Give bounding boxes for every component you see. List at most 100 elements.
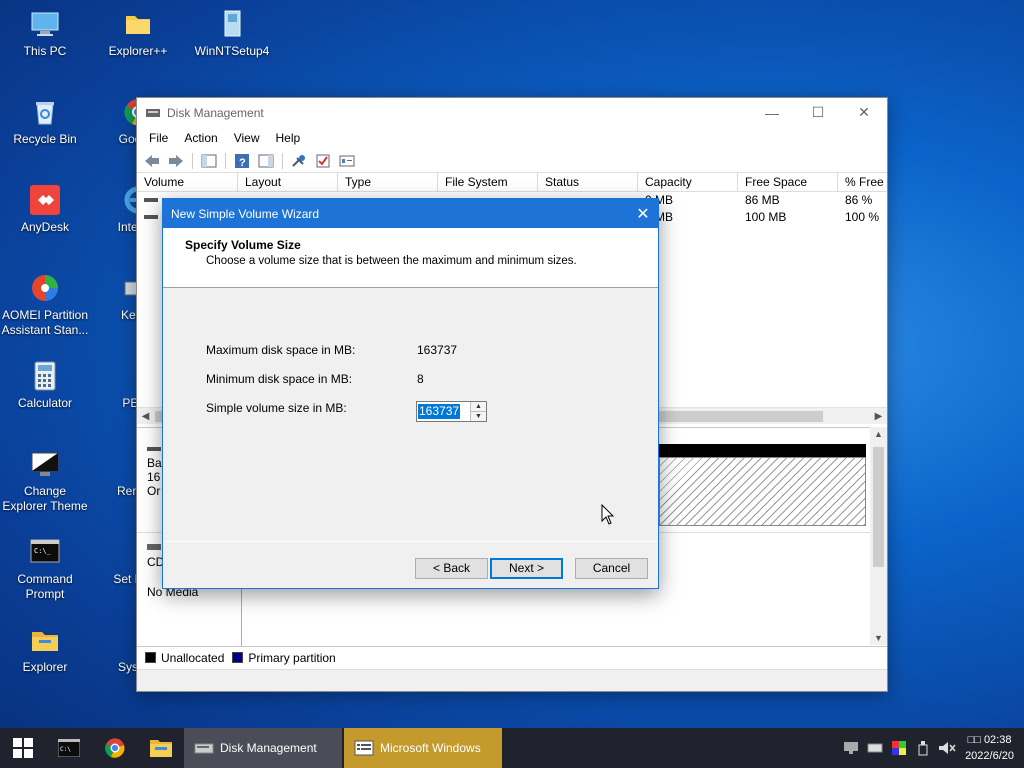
desktop-icon-anydesk[interactable]: AnyDesk xyxy=(0,184,90,235)
cmd-icon: C:\_ xyxy=(30,539,60,563)
taskbar-chrome[interactable] xyxy=(92,728,138,768)
menu-help[interactable]: Help xyxy=(268,131,309,145)
network-icon xyxy=(844,742,859,754)
scroll-up-icon[interactable]: ▲ xyxy=(870,429,887,439)
back-button[interactable] xyxy=(141,151,163,171)
close-icon: ✕ xyxy=(858,104,870,120)
desktop-icon-aomei[interactable]: AOMEI Partition Assistant Stan... xyxy=(0,272,90,338)
scroll-down-icon[interactable]: ▼ xyxy=(870,633,887,643)
close-button[interactable]: ✕ xyxy=(841,98,887,127)
desktop-icon-explorer-plus[interactable]: Explorer++ xyxy=(93,8,183,59)
free-space-cell: 100 MB xyxy=(745,210,787,224)
svg-text:C:\: C:\ xyxy=(60,746,71,753)
show-hide-console-tree-button[interactable] xyxy=(198,151,220,171)
desktop-icon-label: Recycle Bin xyxy=(13,132,77,146)
clock[interactable]: □□ 02:38 2022/6/20 xyxy=(959,732,1024,764)
tray-color[interactable] xyxy=(887,728,911,768)
menu-file[interactable]: File xyxy=(141,131,176,145)
mouse-cursor-icon xyxy=(601,504,615,525)
wizard-close-button[interactable]: ✕ xyxy=(628,204,658,224)
vertical-scrollbar[interactable]: ▲ ▼ xyxy=(870,427,887,645)
taskbar-cmd[interactable]: C:\ xyxy=(46,728,92,768)
tray-volume[interactable] xyxy=(935,728,959,768)
desktop-icon-explorer[interactable]: Explorer xyxy=(0,624,90,675)
col-status[interactable]: Status xyxy=(538,173,638,191)
maximize-button[interactable]: ☐ xyxy=(795,98,841,127)
task-label: Disk Management xyxy=(220,741,317,755)
max-space-label: Maximum disk space in MB: xyxy=(206,343,356,357)
window-list-icon xyxy=(354,740,374,756)
col-free-space[interactable]: Free Space xyxy=(738,173,838,191)
desktop-icon-winntsetup[interactable]: WinNTSetup4 xyxy=(187,8,277,59)
setup-icon xyxy=(224,10,241,37)
disk0-info[interactable]: Ba 16 Or xyxy=(147,442,162,498)
svg-text:C:\_: C:\_ xyxy=(34,547,52,555)
svg-text:?: ? xyxy=(239,157,246,169)
properties-icon xyxy=(339,155,355,166)
unallocated-region[interactable] xyxy=(659,457,866,526)
scrollbar-thumb[interactable] xyxy=(873,447,884,567)
cdrom-icon xyxy=(147,544,161,550)
back-arrow-icon xyxy=(145,154,159,167)
desktop-icon-command-prompt[interactable]: C:\_ Command Prompt xyxy=(0,536,90,602)
tray-network[interactable] xyxy=(839,728,863,768)
volume-icon xyxy=(144,215,158,219)
desktop-icon-this-pc[interactable]: This PC xyxy=(0,8,90,59)
col-capacity[interactable]: Capacity xyxy=(638,173,738,191)
system-tray: □□ 02:38 2022/6/20 xyxy=(839,728,1024,768)
recycle-bin-icon xyxy=(36,102,54,125)
connect-button[interactable] xyxy=(288,151,310,171)
stepper-down-icon[interactable]: ▼ xyxy=(471,412,486,421)
properties-button[interactable] xyxy=(336,151,358,171)
wizard-header: Specify Volume Size Choose a volume size… xyxy=(163,228,658,288)
scroll-left-icon[interactable]: ◀ xyxy=(137,408,154,425)
scroll-right-icon[interactable]: ▶ xyxy=(870,408,887,425)
disk-icon xyxy=(147,447,161,451)
desktop-icon-recycle-bin[interactable]: Recycle Bin xyxy=(0,96,90,147)
col-layout[interactable]: Layout xyxy=(238,173,338,191)
unallocated-swatch xyxy=(145,652,156,663)
back-button[interactable]: < Back xyxy=(415,558,488,579)
wizard-titlebar[interactable]: New Simple Volume Wizard ✕ xyxy=(163,199,658,228)
minimize-button[interactable]: — xyxy=(749,98,795,127)
start-button[interactable] xyxy=(0,728,46,768)
col-percent-free[interactable]: % Free xyxy=(838,173,887,191)
tray-usb[interactable] xyxy=(911,728,935,768)
usb-drive-icon xyxy=(918,741,928,756)
cdrom-icon-wrap xyxy=(147,541,161,555)
dm-toolbar: ? xyxy=(137,149,887,173)
unallocated-header-bar xyxy=(659,444,866,457)
volume-size-stepper[interactable]: 163737 ▲ ▼ xyxy=(416,401,487,422)
taskbar-disk-management[interactable]: Disk Management xyxy=(184,728,342,768)
toolbar-separator xyxy=(282,152,283,169)
taskbar-microsoft-windows[interactable]: Microsoft Windows xyxy=(344,728,502,768)
tray-keyboard[interactable] xyxy=(863,728,887,768)
aomei-icon xyxy=(32,275,58,301)
check-button[interactable] xyxy=(312,151,334,171)
volume-muted-icon xyxy=(939,742,956,754)
menu-action[interactable]: Action xyxy=(176,131,225,145)
menu-view[interactable]: View xyxy=(226,131,268,145)
volume-size-label: Simple volume size in MB: xyxy=(206,401,347,415)
cancel-button[interactable]: Cancel xyxy=(575,558,648,579)
col-type[interactable]: Type xyxy=(338,173,438,191)
console-tree-icon xyxy=(201,154,217,167)
next-button[interactable]: Next > xyxy=(490,558,563,579)
stepper-up-icon[interactable]: ▲ xyxy=(471,402,486,412)
desktop-icon-change-theme[interactable]: Change Explorer Theme xyxy=(0,448,90,514)
col-file-system[interactable]: File System xyxy=(438,173,538,191)
toolbar-separator xyxy=(192,152,193,169)
volume-size-input[interactable]: 163737 xyxy=(417,402,470,421)
explorer-icon xyxy=(32,632,58,651)
desktop-icon-calculator[interactable]: Calculator xyxy=(0,360,90,411)
toolbar-separator xyxy=(225,152,226,169)
desktop-icon-label: AOMEI Partition Assistant Stan... xyxy=(1,308,89,337)
taskbar-explorer[interactable] xyxy=(138,728,184,768)
col-volume[interactable]: Volume xyxy=(137,173,238,191)
forward-button[interactable] xyxy=(165,151,187,171)
cmd-icon: C:\ xyxy=(58,739,80,757)
help-button[interactable]: ? xyxy=(231,151,253,171)
chrome-icon xyxy=(105,738,125,758)
action-pane-button[interactable] xyxy=(255,151,277,171)
dm-titlebar[interactable]: Disk Management — ☐ ✕ xyxy=(137,98,887,127)
